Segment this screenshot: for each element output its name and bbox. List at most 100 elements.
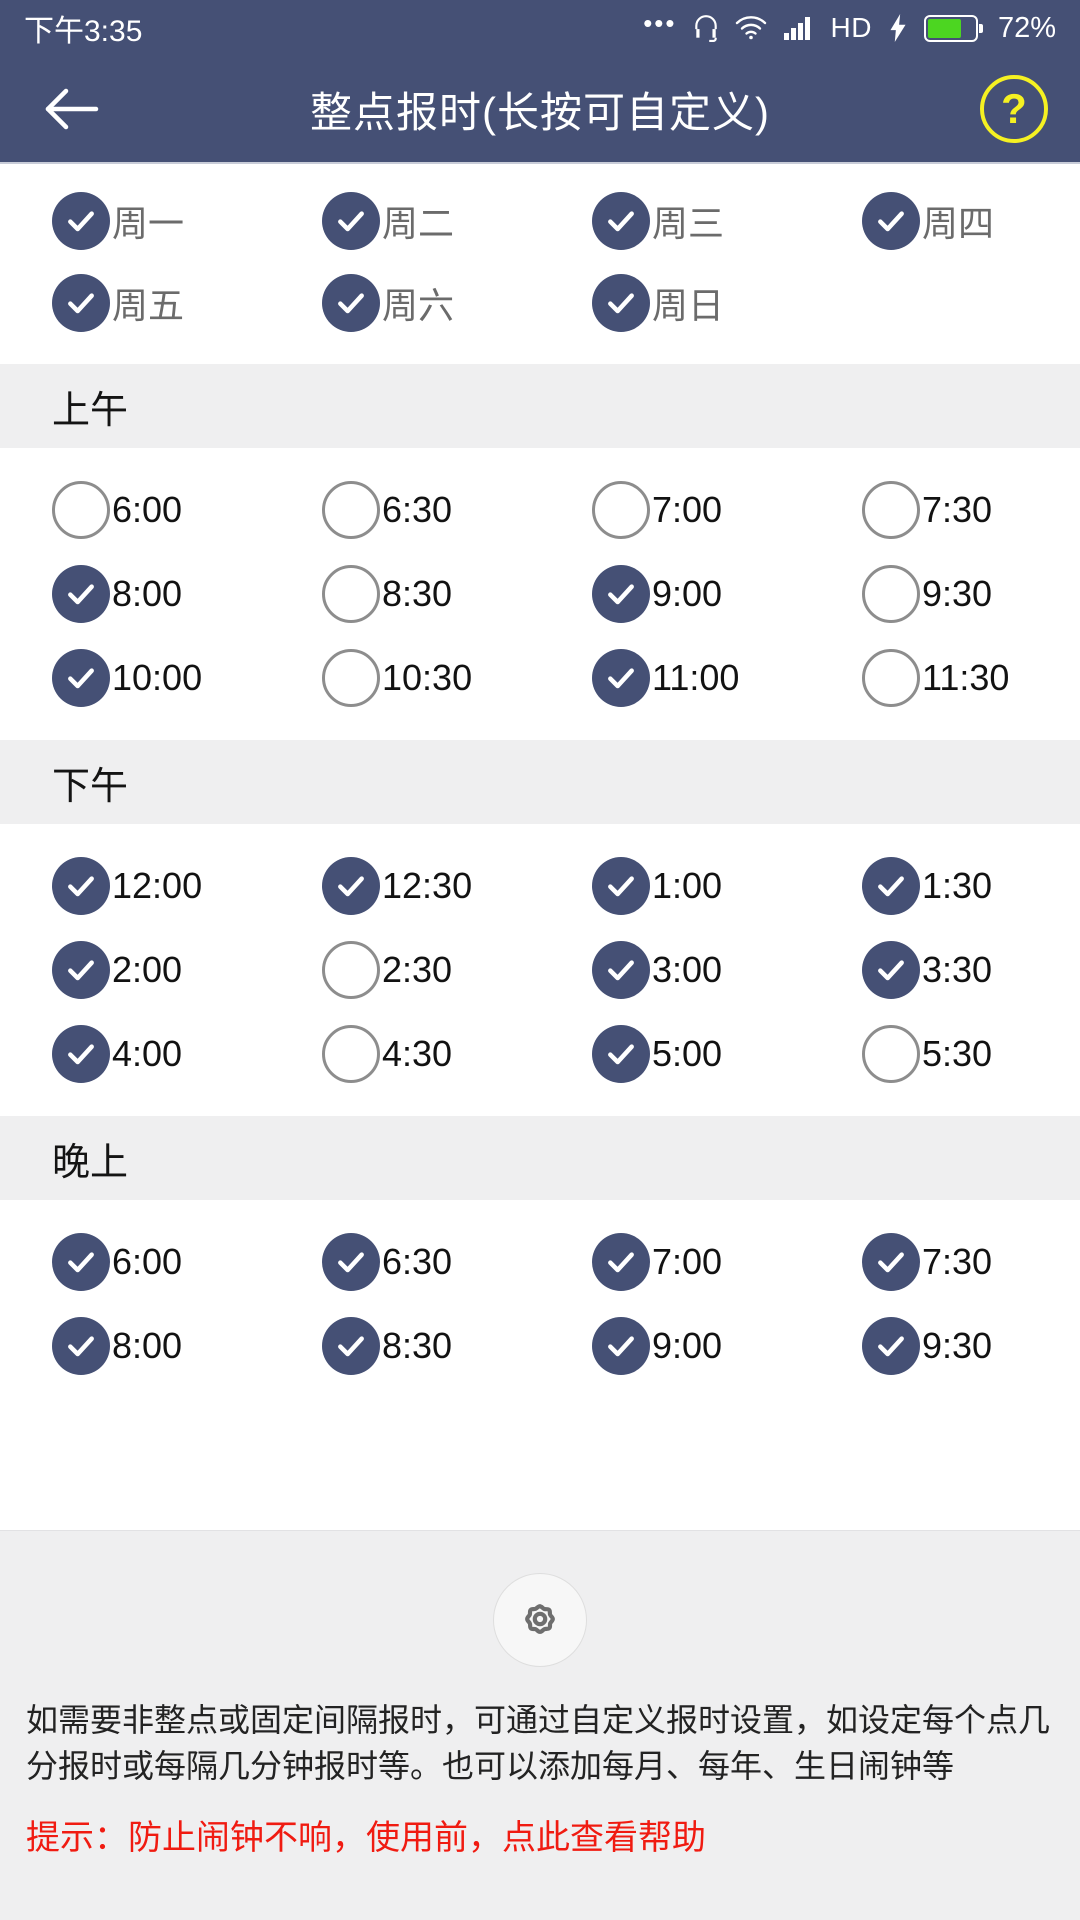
time-checkbox-item[interactable]: 10:00 <box>0 636 270 720</box>
time-checkbox-item[interactable]: 4:30 <box>270 1012 540 1096</box>
time-checkbox-item[interactable]: 8:00 <box>0 552 270 636</box>
time-checkbox-item[interactable]: 8:30 <box>270 1304 540 1388</box>
checkbox-unchecked[interactable] <box>862 481 920 539</box>
checkbox-checked[interactable] <box>52 857 110 915</box>
checkbox-checked[interactable] <box>52 1233 110 1291</box>
checkbox-checked[interactable] <box>322 857 380 915</box>
time-checkbox-item[interactable]: 7:30 <box>810 468 1080 552</box>
time-label: 9:30 <box>922 573 993 614</box>
time-checkbox-item[interactable]: 5:30 <box>810 1012 1080 1096</box>
time-checkbox-item[interactable]: 3:30 <box>810 928 1080 1012</box>
empty-cell <box>810 262 1080 344</box>
time-checkbox-item[interactable]: 9:30 <box>810 552 1080 636</box>
checkbox-checked[interactable] <box>862 1233 920 1291</box>
time-checkbox-item[interactable]: 11:30 <box>810 636 1080 720</box>
checkbox-unchecked[interactable] <box>862 649 920 707</box>
checkbox-checked[interactable] <box>322 1233 380 1291</box>
time-checkbox-item[interactable]: 7:30 <box>810 1220 1080 1304</box>
time-checkbox-item[interactable]: 2:30 <box>270 928 540 1012</box>
time-checkbox-item[interactable]: 9:30 <box>810 1304 1080 1388</box>
custom-settings-button[interactable] <box>493 1573 587 1668</box>
checkbox-unchecked[interactable] <box>322 941 380 999</box>
checkbox-checked[interactable] <box>52 1025 110 1083</box>
weekday-checkbox-item[interactable]: 周日 <box>540 262 810 344</box>
time-label: 10:00 <box>112 657 203 698</box>
time-label: 8:00 <box>112 1325 183 1366</box>
weekday-checkbox-item[interactable]: 周三 <box>540 180 810 262</box>
weekday-checkbox-item[interactable]: 周一 <box>0 180 270 262</box>
time-checkbox-item[interactable]: 1:00 <box>540 844 810 928</box>
time-checkbox-item[interactable]: 1:30 <box>810 844 1080 928</box>
checkbox-unchecked[interactable] <box>322 481 380 539</box>
weekday-checkbox-item[interactable]: 周五 <box>0 262 270 344</box>
section-title: 上午 <box>52 389 129 432</box>
app-bar: 整点报时(长按可自定义) ? <box>0 56 1080 164</box>
checkbox-checked[interactable] <box>52 649 110 707</box>
check-icon <box>878 211 904 232</box>
checkbox-unchecked[interactable] <box>322 1025 380 1083</box>
checkbox-checked[interactable] <box>322 1317 380 1375</box>
weekday-checkbox-item[interactable]: 周六 <box>270 262 540 344</box>
checkbox-unchecked[interactable] <box>52 481 110 539</box>
time-checkbox-item[interactable]: 9:00 <box>540 552 810 636</box>
checkbox-unchecked[interactable] <box>862 1025 920 1083</box>
back-button[interactable] <box>32 70 110 148</box>
checkbox-unchecked[interactable] <box>862 565 920 623</box>
time-label: 11:00 <box>652 657 740 698</box>
time-checkbox-item[interactable]: 12:30 <box>270 844 540 928</box>
dots-icon: ••• <box>643 8 677 38</box>
time-checkbox-item[interactable]: 7:00 <box>540 468 810 552</box>
time-checkbox-item[interactable]: 2:00 <box>0 928 270 1012</box>
checkbox-checked[interactable] <box>592 1233 650 1291</box>
checkbox-checked[interactable] <box>862 192 920 250</box>
time-checkbox-item[interactable]: 12:00 <box>0 844 270 928</box>
checkbox-checked[interactable] <box>52 1317 110 1375</box>
footer-hint-link[interactable]: 提示：防止闹钟不响，使用前，点此查看帮助 <box>0 1790 1080 1860</box>
checkbox-checked[interactable] <box>592 192 650 250</box>
checkbox-checked[interactable] <box>592 1317 650 1375</box>
checkbox-checked[interactable] <box>52 192 110 250</box>
time-checkbox-item[interactable]: 6:30 <box>270 1220 540 1304</box>
checkbox-checked[interactable] <box>592 274 650 332</box>
time-checkbox-item[interactable]: 7:00 <box>540 1220 810 1304</box>
time-checkbox-item[interactable]: 8:30 <box>270 552 540 636</box>
checkbox-unchecked[interactable] <box>322 565 380 623</box>
checkbox-checked[interactable] <box>592 649 650 707</box>
checkbox-checked[interactable] <box>52 941 110 999</box>
checkbox-checked[interactable] <box>592 1025 650 1083</box>
checkbox-checked[interactable] <box>862 857 920 915</box>
time-checkbox-item[interactable]: 9:00 <box>540 1304 810 1388</box>
help-button[interactable]: ? <box>980 75 1048 143</box>
check-icon <box>608 211 634 232</box>
time-checkbox-item[interactable]: 10:30 <box>270 636 540 720</box>
time-checkbox-item[interactable]: 6:30 <box>270 468 540 552</box>
time-checkbox-item[interactable]: 6:00 <box>0 1220 270 1304</box>
checkbox-unchecked[interactable] <box>322 649 380 707</box>
weekday-checkbox-item[interactable]: 周四 <box>810 180 1080 262</box>
checkbox-checked[interactable] <box>592 941 650 999</box>
time-checkbox-item[interactable]: 3:00 <box>540 928 810 1012</box>
checkbox-unchecked[interactable] <box>592 481 650 539</box>
checkbox-checked[interactable] <box>322 192 380 250</box>
check-icon <box>338 293 364 314</box>
time-checkbox-item[interactable]: 4:00 <box>0 1012 270 1096</box>
checkbox-checked[interactable] <box>862 1317 920 1375</box>
time-label: 5:30 <box>922 1033 993 1074</box>
checkbox-checked[interactable] <box>592 857 650 915</box>
section-header: 下午 <box>0 740 1080 824</box>
time-checkbox-item[interactable]: 5:00 <box>540 1012 810 1096</box>
checkbox-checked[interactable] <box>592 565 650 623</box>
checkbox-checked[interactable] <box>862 941 920 999</box>
footer-description: 如需要非整点或固定间隔报时，可通过自定义报时设置，如设定每个点几分报时或每隔几分… <box>26 1702 1051 1785</box>
checkbox-checked[interactable] <box>52 274 110 332</box>
time-checkbox-item[interactable]: 11:00 <box>540 636 810 720</box>
weekday-checkbox-item[interactable]: 周二 <box>270 180 540 262</box>
grid-top-spacer <box>0 824 1080 844</box>
checkbox-checked[interactable] <box>322 274 380 332</box>
check-icon <box>878 1336 904 1357</box>
grid-bottom-spacer <box>0 1388 1080 1408</box>
time-checkbox-item[interactable]: 6:00 <box>0 468 270 552</box>
time-label: 4:30 <box>382 1033 453 1074</box>
checkbox-checked[interactable] <box>52 565 110 623</box>
time-checkbox-item[interactable]: 8:00 <box>0 1304 270 1388</box>
